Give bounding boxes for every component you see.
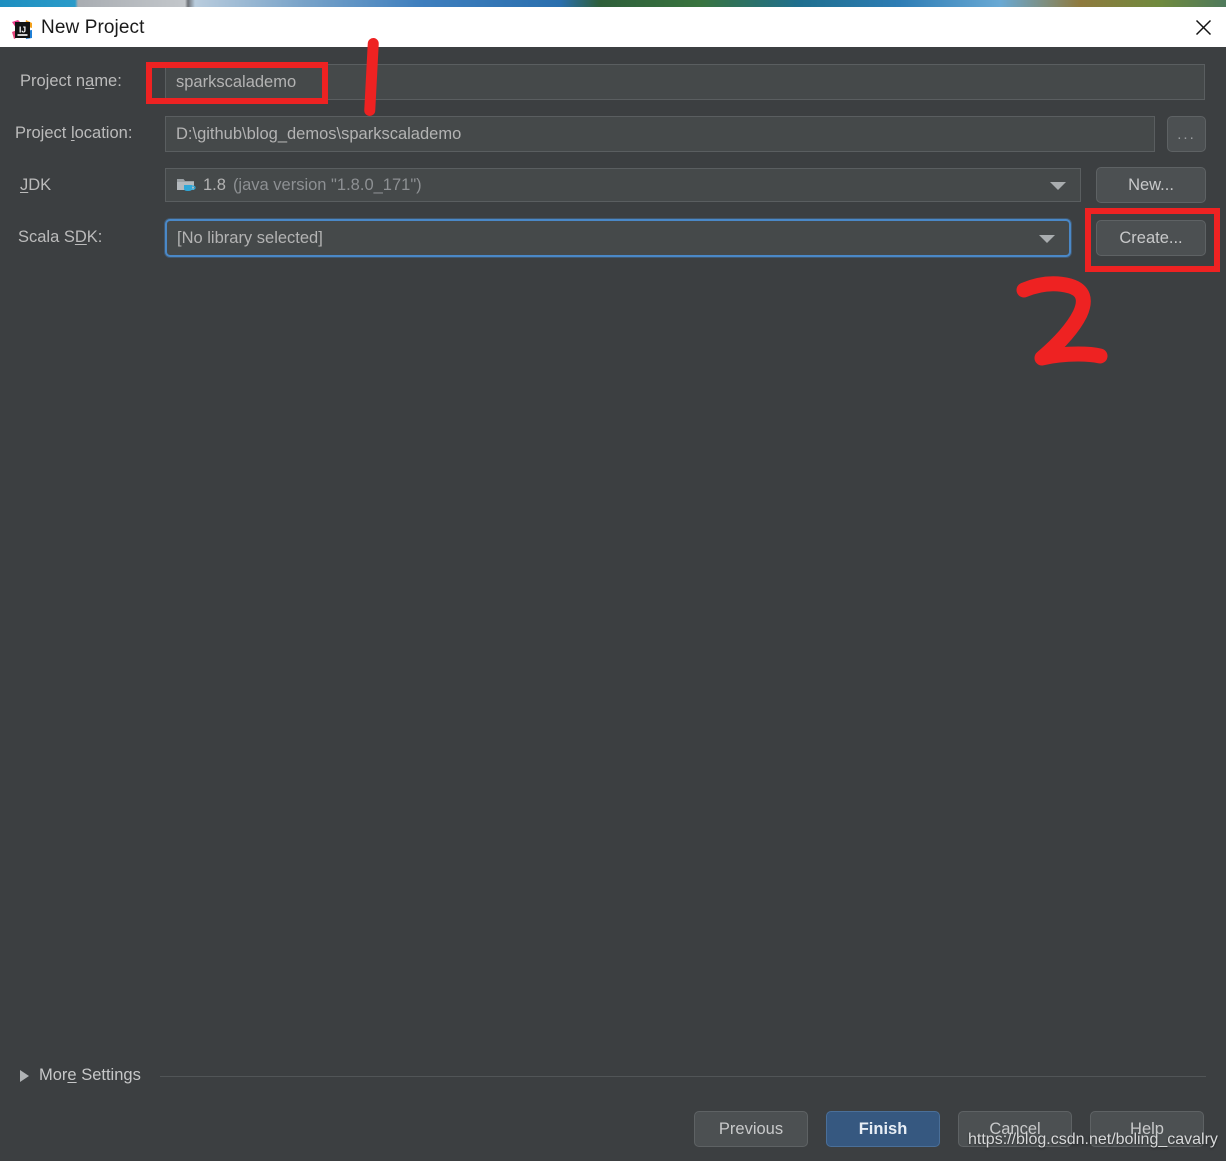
project-location-input[interactable]: D:\github\blog_demos\sparkscalademo — [165, 116, 1155, 152]
new-jdk-button[interactable]: New... — [1096, 167, 1206, 203]
annotation-stroke-two — [1008, 272, 1118, 382]
chevron-down-icon[interactable] — [1039, 235, 1055, 243]
jdk-folder-icon — [176, 176, 196, 194]
intellij-idea-logo-icon: IJ — [11, 19, 33, 41]
jdk-version-value: 1.8 — [203, 175, 226, 194]
project-location-label: Project location: — [15, 124, 133, 142]
more-settings-expander[interactable]: More Settings — [20, 1066, 141, 1085]
previous-button[interactable]: Previous — [694, 1111, 808, 1147]
dialog-body: Project name: sparkscalademo Project loc… — [0, 47, 1226, 1161]
more-settings-divider — [160, 1076, 1206, 1077]
svg-text:IJ: IJ — [19, 24, 26, 34]
desktop-background-strip — [0, 0, 1226, 7]
scala-sdk-label: Scala SDK: — [18, 228, 103, 246]
browse-location-button[interactable]: ... — [1167, 116, 1206, 152]
jdk-combobox[interactable]: 1.8 (java version "1.8.0_171") — [165, 168, 1081, 202]
window-titlebar: IJ New Project — [0, 7, 1226, 47]
window-title: New Project — [41, 17, 145, 38]
scala-sdk-value: [No library selected] — [177, 228, 323, 247]
close-icon[interactable] — [1180, 7, 1226, 47]
more-settings-label: More Settings — [39, 1066, 141, 1084]
jdk-label: JDK — [20, 176, 52, 194]
project-location-value: D:\github\blog_demos\sparkscalademo — [176, 124, 462, 143]
scala-sdk-combobox[interactable]: [No library selected] — [165, 219, 1071, 257]
annotation-box-project-name — [146, 62, 328, 104]
new-project-dialog-screenshot: IJ New Project Project name: sparkscalad… — [0, 0, 1226, 1161]
finish-button[interactable]: Finish — [826, 1111, 940, 1147]
triangle-right-icon — [20, 1069, 29, 1082]
annotation-box-create-button — [1085, 208, 1220, 272]
watermark-text: https://blog.csdn.net/boling_cavalry — [968, 1131, 1218, 1148]
chevron-down-icon[interactable] — [1050, 182, 1066, 190]
project-name-label: Project name: — [20, 72, 122, 90]
jdk-version-detail: (java version "1.8.0_171") — [232, 175, 422, 194]
